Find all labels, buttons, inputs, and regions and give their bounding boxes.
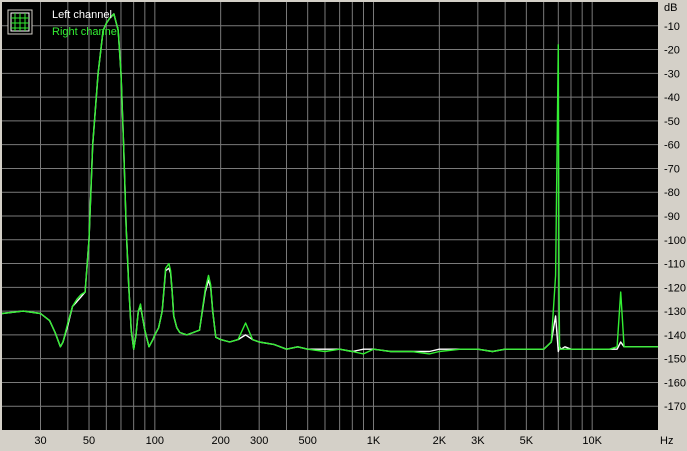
y-tick-label: -30: [664, 68, 680, 80]
spectrum-chart: -10 -20 -30 -40 -50 -60 -70 -80 -90 -100 -110 -120 -…: [0, 0, 687, 451]
y-axis-label: dB: [664, 2, 677, 14]
x-tick-label: 500: [299, 435, 317, 447]
x-axis-label: Hz: [660, 435, 673, 447]
y-tick-label: -20: [664, 45, 680, 57]
y-tick-label: -170: [664, 401, 686, 413]
y-tick-label: -100: [664, 235, 686, 247]
y-tick-label: -90: [664, 211, 680, 223]
x-tick-label: 5K: [520, 435, 534, 447]
y-tick-label: -40: [664, 92, 680, 104]
y-tick-label: -80: [664, 187, 680, 199]
grid-window-icon[interactable]: [7, 9, 33, 35]
x-tick-label: 10K: [582, 435, 602, 447]
legend-right-channel: Right channel: [52, 26, 119, 38]
y-tick-label: -140: [664, 330, 686, 342]
x-tick-label: 100: [146, 435, 164, 447]
x-tick-label: 2K: [433, 435, 447, 447]
y-tick-label: -110: [664, 259, 685, 271]
x-tick-label: 1K: [367, 435, 381, 447]
x-tick-label: 200: [211, 435, 229, 447]
y-tick-label: -160: [664, 377, 686, 389]
x-tick-label: 50: [83, 435, 95, 447]
y-tick-label: -120: [664, 282, 686, 294]
y-tick-label: -150: [664, 354, 686, 366]
x-tick-label: 300: [250, 435, 268, 447]
y-tick-label: -60: [664, 140, 680, 152]
y-tick-label: -10: [664, 21, 680, 33]
y-tick-label: -70: [664, 163, 680, 175]
x-tick-label: 3K: [471, 435, 485, 447]
legend-left-channel: Left channel: [52, 9, 112, 21]
x-tick-label: 30: [34, 435, 46, 447]
y-tick-label: -50: [664, 116, 680, 128]
y-tick-label: -130: [664, 306, 686, 318]
